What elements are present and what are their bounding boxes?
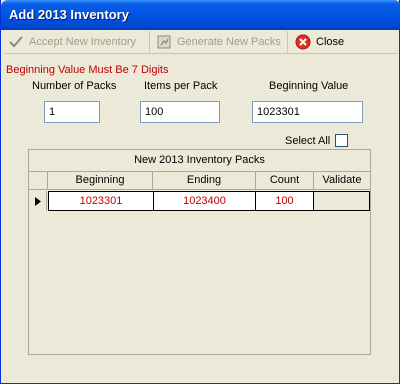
column-header-ending[interactable]: Ending — [153, 172, 256, 190]
row-pointer-icon — [34, 196, 41, 206]
number-of-packs-label: Number of Packs — [32, 80, 117, 92]
cell-beginning[interactable]: 1023301 — [48, 191, 154, 211]
checkmark-icon — [8, 34, 24, 50]
number-of-packs-input[interactable] — [44, 101, 100, 123]
cell-count[interactable]: 100 — [256, 191, 314, 211]
accept-label: Accept New Inventory — [29, 36, 136, 48]
beginning-value-label: Beginning Value — [269, 80, 349, 92]
cell-ending[interactable]: 1023400 — [154, 191, 256, 211]
window-title: Add 2013 Inventory — [9, 7, 129, 22]
row-selector-indicator[interactable] — [29, 191, 47, 211]
close-label: Close — [316, 36, 345, 48]
validation-warning: Beginning Value Must Be 7 Digits — [6, 64, 169, 76]
items-per-pack-input[interactable] — [140, 101, 220, 123]
close-icon — [295, 34, 311, 50]
generate-new-packs-button[interactable]: Generate New Packs — [152, 31, 288, 53]
column-header-beginning[interactable]: Beginning — [48, 172, 153, 190]
cell-validate[interactable] — [314, 191, 370, 211]
select-all-label: Select All — [285, 134, 331, 147]
accept-new-inventory-button[interactable]: Accept New Inventory — [4, 31, 150, 53]
title-bar[interactable]: Add 2013 Inventory — [1, 0, 400, 30]
close-button[interactable]: Close — [291, 31, 361, 53]
items-per-pack-label: Items per Pack — [144, 80, 218, 92]
row-header-corner — [29, 172, 48, 190]
column-header-count[interactable]: Count — [256, 172, 314, 190]
generate-icon — [156, 34, 172, 50]
column-header-validate[interactable]: Validate — [314, 172, 370, 190]
grid-caption: New 2013 Inventory Packs — [29, 150, 370, 172]
toolbar: Accept New Inventory Generate New Packs … — [4, 30, 398, 54]
select-all-checkbox[interactable] — [335, 134, 349, 147]
generate-label: Generate New Packs — [177, 36, 281, 48]
select-all-control[interactable]: Select All — [285, 134, 349, 147]
beginning-value-input[interactable] — [252, 101, 363, 123]
app-window: Add 2013 Inventory Accept New Inventory … — [0, 0, 400, 384]
inventory-packs-grid: New 2013 Inventory Packs Beginning Endin… — [28, 149, 371, 355]
